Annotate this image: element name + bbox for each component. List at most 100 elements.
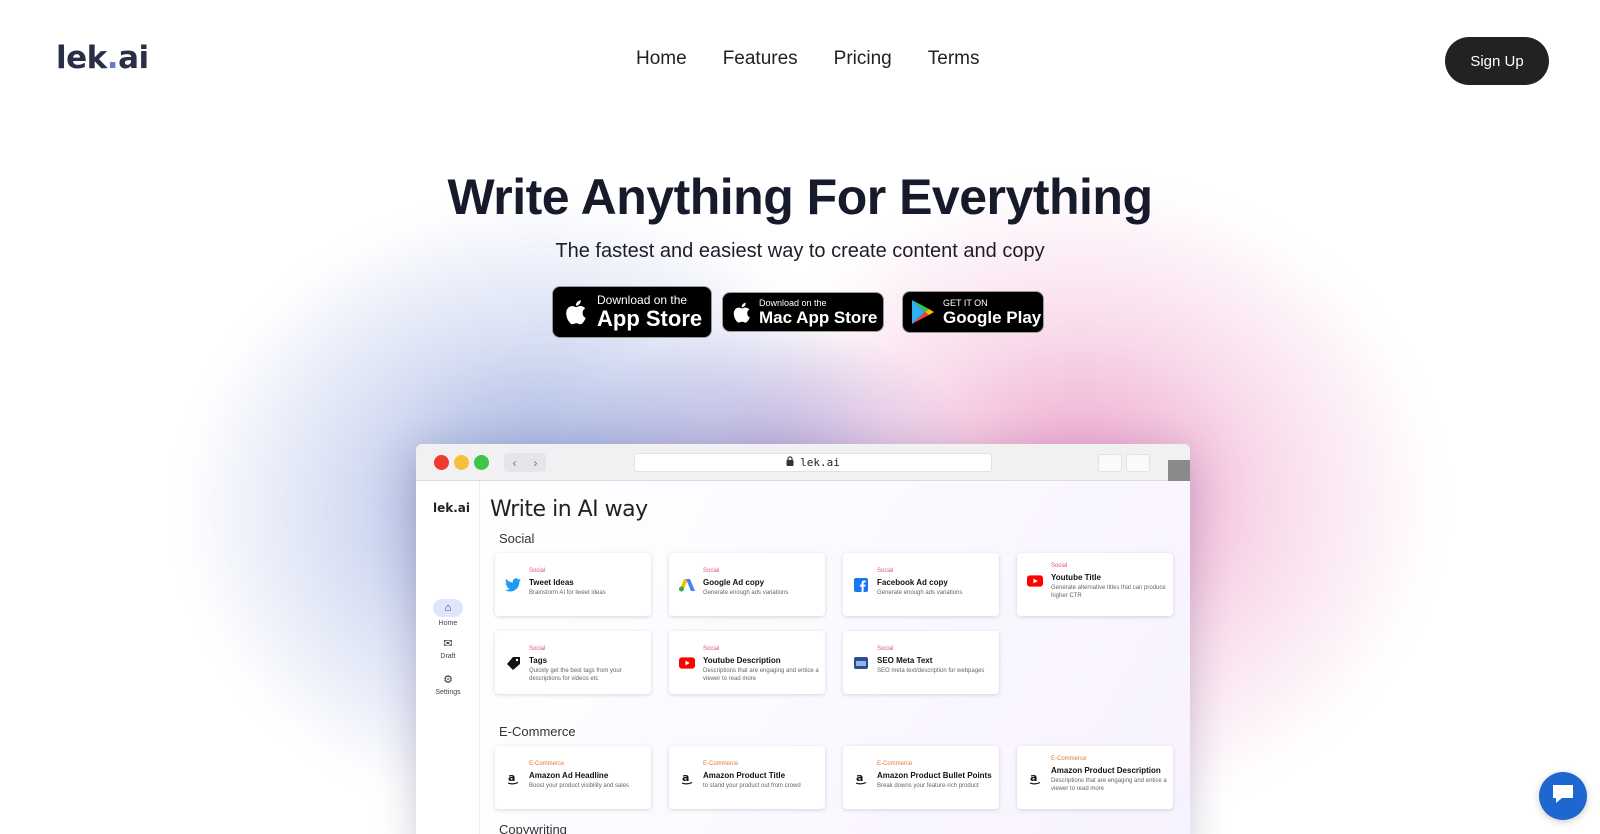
google-play-line2: Google Play xyxy=(943,307,1042,327)
card-category: E-Commerce xyxy=(1051,756,1087,762)
mac-app-store-badge[interactable]: Download on the Mac App Store xyxy=(722,292,884,332)
card-title: Amazon Product Bullet Points xyxy=(877,771,992,780)
card-category: Social xyxy=(703,646,720,652)
template-card-youtube-description: Social Youtube Description Descriptions … xyxy=(669,631,825,694)
card-description: Descriptions that are engaging and entic… xyxy=(1051,778,1167,793)
chat-widget-button[interactable] xyxy=(1539,772,1587,820)
card-title: Amazon Product Title xyxy=(703,771,786,780)
google-play-badge[interactable]: GET IT ON Google Play xyxy=(902,291,1044,333)
template-card-tags: Social Tags Quickly get the best tags fr… xyxy=(495,631,651,694)
amazon-icon: a xyxy=(505,770,521,786)
close-window-dot xyxy=(434,455,449,470)
card-description: Brainstorm AI for tweet ideas xyxy=(529,590,606,596)
app-sidebar: lek.ai ⌂ Home ✉ Draft ⚙ Settings xyxy=(416,481,480,834)
sidebar-item-label: Settings xyxy=(435,689,461,696)
card-title: Amazon Ad Headline xyxy=(529,771,609,780)
maximize-window-dot xyxy=(474,455,489,470)
site-header: lek.ai Home Features Pricing Terms Sign … xyxy=(0,0,1600,120)
sidebar-item-label: Draft xyxy=(440,653,456,660)
mac-app-store-line1: Download on the xyxy=(759,297,827,308)
template-card-amazon-product-title: a E-Commerce Amazon Product Title to sta… xyxy=(669,746,825,809)
site-logo[interactable]: lek.ai xyxy=(56,40,149,76)
address-bar: lek.ai xyxy=(634,453,992,472)
card-description: Generate enough ads variations xyxy=(877,590,963,596)
nav-home-link[interactable]: Home xyxy=(636,48,687,70)
minimize-window-dot xyxy=(454,455,469,470)
tag-icon xyxy=(505,655,521,671)
section-title-ecommerce: E-Commerce xyxy=(499,724,576,739)
card-category: Social xyxy=(877,646,894,652)
google-play-icon xyxy=(903,299,943,325)
template-card-tweet-ideas: Social Tweet Ideas Brainstorm AI for twe… xyxy=(495,553,651,616)
card-category: Social xyxy=(703,568,720,574)
card-title: Google Ad copy xyxy=(703,578,765,587)
card-description: to stand your product out from crowd xyxy=(703,783,801,789)
sign-up-button[interactable]: Sign Up xyxy=(1445,37,1549,85)
section-title-copywriting: Copywriting xyxy=(499,822,567,834)
card-title: Facebook Ad copy xyxy=(877,578,948,587)
gear-icon: ⚙ xyxy=(443,674,453,686)
card-category: Social xyxy=(529,646,546,652)
amazon-icon: a xyxy=(1027,770,1043,786)
share-icon xyxy=(1098,454,1122,472)
nav-features-link[interactable]: Features xyxy=(723,48,798,70)
amazon-icon: a xyxy=(853,770,869,786)
template-card-amazon-ad-headline: a E-Commerce Amazon Ad Headline Boost yo… xyxy=(495,746,651,809)
app-preview-browser: ‹ › lek.ai lek.ai ⌂ Home ✉ Draft ⚙ Settin… xyxy=(416,444,1190,834)
home-icon: ⌂ xyxy=(433,599,463,617)
sidebar-item-label: Home xyxy=(438,620,458,627)
apple-icon xyxy=(723,301,759,324)
app-store-line2: App Store xyxy=(597,306,703,331)
back-arrow-icon: ‹ xyxy=(512,455,517,470)
card-description: Boost your product visibility and sales xyxy=(529,783,630,789)
hero-subtitle: The fastest and easiest way to create co… xyxy=(555,240,1045,262)
mac-app-store-line2: Mac App Store xyxy=(759,307,878,327)
card-category: E-Commerce xyxy=(877,761,913,767)
card-description: Generate enough ads variations xyxy=(703,590,789,596)
youtube-icon xyxy=(679,655,695,671)
template-card-amazon-product-bullet-points: a E-Commerce Amazon Product Bullet Point… xyxy=(843,746,999,809)
scroll-corner xyxy=(1168,460,1190,481)
forward-arrow-icon: › xyxy=(533,455,538,470)
address-bar-url: lek.ai xyxy=(800,456,840,469)
browser-toolbar: ‹ › lek.ai xyxy=(416,444,1190,481)
card-category: Social xyxy=(877,568,894,574)
card-title: Youtube Title xyxy=(1051,573,1101,582)
card-title: SEO Meta Text xyxy=(877,656,933,665)
app-store-line1: Download on the xyxy=(597,293,688,307)
chat-bubble-icon xyxy=(1550,782,1576,811)
inbox-icon: ✉ xyxy=(443,638,453,650)
card-description: SEO meta text/description for webpages xyxy=(877,668,985,674)
card-category: E-Commerce xyxy=(529,761,565,767)
sidebar-item-settings: ⚙ Settings xyxy=(416,673,480,696)
google-ads-icon xyxy=(679,577,695,593)
card-description: Break downs your feature-rich product xyxy=(877,783,979,789)
app-logo: lek.ai xyxy=(433,501,471,515)
lock-icon xyxy=(786,456,794,469)
template-card-google-ad-copy: Social Google Ad copy Generate enough ad… xyxy=(669,553,825,616)
facebook-icon xyxy=(853,577,869,593)
section-title-social: Social xyxy=(499,531,535,546)
youtube-icon xyxy=(1027,573,1043,589)
template-card-youtube-title: Social Youtube Title Generate alternativ… xyxy=(1017,553,1173,616)
card-description: Descriptions that are engaging and entic… xyxy=(703,668,819,683)
svg-text:a: a xyxy=(682,771,689,784)
seo-icon xyxy=(853,655,869,671)
card-title: Tags xyxy=(529,656,548,665)
hero-title: Write Anything For Everything xyxy=(447,169,1153,225)
app-store-badge[interactable]: Download on the App Store xyxy=(552,286,712,338)
svg-text:a: a xyxy=(508,771,515,784)
apple-icon xyxy=(553,298,597,326)
browser-nav-arrows: ‹ › xyxy=(504,453,546,472)
twitter-icon xyxy=(505,577,521,593)
card-category: Social xyxy=(1051,563,1068,569)
card-description: Quickly get the best tags from your desc… xyxy=(529,668,622,683)
card-category: E-Commerce xyxy=(703,761,739,767)
google-play-line1: GET IT ON xyxy=(943,297,988,308)
card-title: Amazon Product Description xyxy=(1051,766,1161,775)
nav-pricing-link[interactable]: Pricing xyxy=(834,48,892,70)
sidebar-item-home: ⌂ Home xyxy=(416,599,480,627)
template-card-seo-meta-text: Social SEO Meta Text SEO meta text/descr… xyxy=(843,631,999,694)
nav-terms-link[interactable]: Terms xyxy=(928,48,980,70)
template-card-facebook-ad-copy: Social Facebook Ad copy Generate enough … xyxy=(843,553,999,616)
